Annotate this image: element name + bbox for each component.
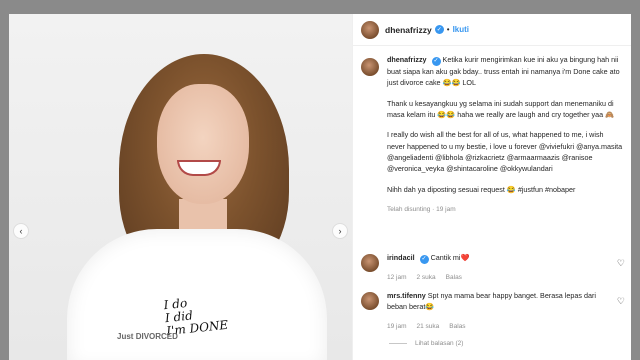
post-header: dhenafrizzy ✓ • Ikuti — [353, 14, 631, 46]
author-username[interactable]: dhenafrizzy — [385, 25, 432, 35]
verified-badge-icon: ✓ — [434, 25, 444, 34]
top-strip — [0, 0, 640, 14]
post-modal: I do I did I'm DONE Just DIVORCED ‹ › dh… — [9, 14, 631, 360]
avatar[interactable] — [361, 292, 379, 310]
comment-reply-button[interactable]: Balas — [446, 272, 462, 283]
photo-face — [157, 84, 249, 204]
comment-time: 12 jam — [387, 274, 407, 282]
caption-paragraph-1: dhenafrizzy ✓ Ketika kurir mengirimkan k… — [387, 54, 623, 89]
heart-icon[interactable]: ♡ — [617, 258, 625, 269]
comment-reply-button[interactable]: Balas — [449, 321, 465, 332]
comment-item: irindacil ✓ Cantik mi❤️ 12 jam 2 suka Ba… — [361, 252, 625, 283]
comment-body: irindacil ✓ Cantik mi❤️ 12 jam 2 suka Ba… — [387, 252, 607, 283]
comment-meta: 12 jam 2 suka Balas — [387, 272, 607, 283]
separator-dot: • — [446, 25, 450, 34]
avatar[interactable] — [361, 58, 379, 76]
view-replies-label[interactable]: Lihat balasan (2) — [415, 340, 463, 347]
comment-body: mrs.tifenny Spt nya mama bear happy bang… — [387, 290, 607, 332]
cake-stamp: Just DIVORCED — [117, 332, 178, 341]
view-replies-button[interactable]: Lihat balasan (2) — [389, 340, 463, 347]
comments-panel: dhenafrizzy ✓ • Ikuti dhenafrizzy ✓ Keti… — [352, 14, 631, 360]
comment-username[interactable]: irindacil — [387, 253, 415, 262]
verified-badge-icon: ✓ — [419, 255, 429, 265]
caption-username[interactable]: dhenafrizzy — [387, 55, 427, 64]
comment-meta: 19 jam 21 suka Balas — [387, 321, 607, 332]
comment-likes[interactable]: 21 suka — [417, 321, 440, 332]
cake-stamp-text: DIVORCED — [135, 332, 178, 341]
caption-paragraph-4: Nihh dah ya diposting sesuai request 😂 #… — [387, 184, 576, 194]
follow-button[interactable]: Ikuti — [453, 25, 469, 34]
photo-shirt — [67, 229, 327, 360]
caption: dhenafrizzy ✓ Ketika kurir mengirimkan k… — [361, 54, 623, 215]
chevron-right-icon[interactable]: › — [332, 223, 348, 239]
comment-likes[interactable]: 2 suka — [417, 272, 436, 283]
replies-divider — [389, 343, 407, 344]
heart-icon[interactable]: ♡ — [617, 296, 625, 307]
caption-paragraph-2: Thank u kesayangkuu yg selama ini sudah … — [387, 98, 615, 120]
avatar[interactable] — [361, 254, 379, 272]
avatar[interactable] — [361, 20, 379, 39]
caption-paragraph-3: I really do wish all the best for all of… — [387, 130, 623, 174]
cake-small-text: Just — [117, 332, 134, 341]
chevron-left-icon[interactable]: ‹ — [13, 223, 29, 239]
caption-body: dhenafrizzy ✓ Ketika kurir mengirimkan k… — [387, 54, 623, 215]
comments-list: dhenafrizzy ✓ Ketika kurir mengirimkan k… — [353, 54, 631, 347]
post-media: I do I did I'm DONE Just DIVORCED ‹ › — [9, 14, 352, 360]
comment-item: mrs.tifenny Spt nya mama bear happy bang… — [361, 290, 625, 332]
comment-username[interactable]: mrs.tifenny — [387, 291, 426, 300]
comment-text: Cantik mi❤️ — [430, 253, 470, 262]
verified-badge-icon: ✓ — [431, 57, 441, 67]
edited-label: Telah disunting · 19 jam — [387, 205, 456, 213]
comment-time: 19 jam — [387, 322, 407, 330]
